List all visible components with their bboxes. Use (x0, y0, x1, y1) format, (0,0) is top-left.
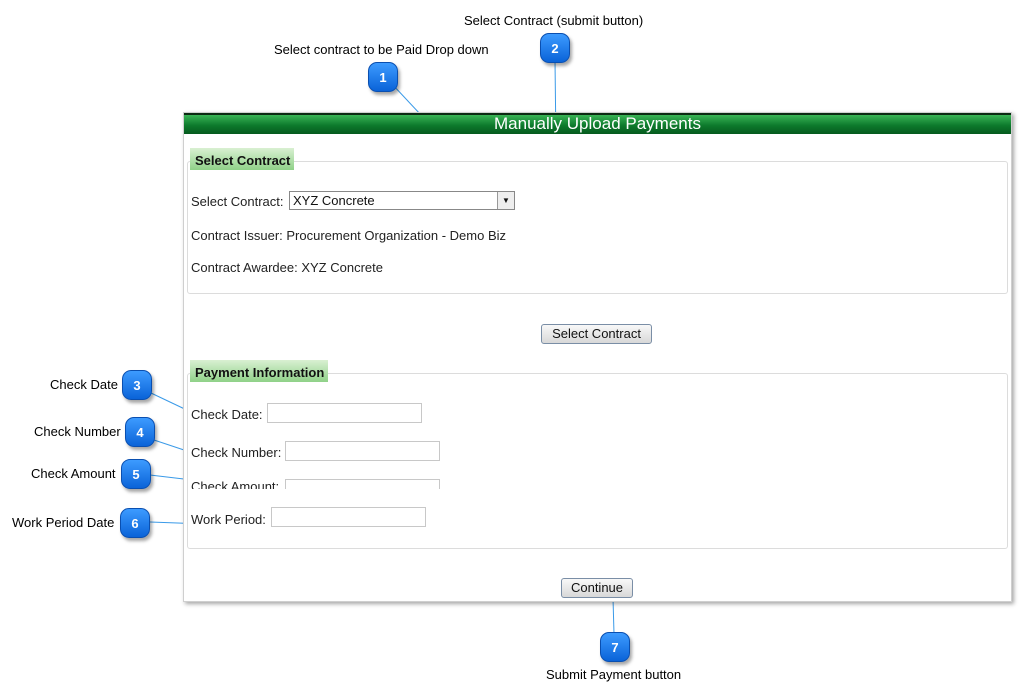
check-date-label: Check Date: (191, 407, 263, 422)
check-amount-row: Check Amount: (188, 479, 488, 489)
check-number-label: Check Number: (191, 445, 282, 460)
contract-select[interactable]: XYZ Concrete ▼ (289, 191, 515, 210)
check-amount-label: Check Amount: (191, 479, 280, 489)
contract-select-value: XYZ Concrete (293, 193, 375, 208)
callout-4-text: Check Number (34, 424, 121, 439)
panel-title: Manually Upload Payments (184, 113, 1011, 134)
work-period-label: Work Period: (191, 512, 266, 527)
continue-button[interactable]: Continue (561, 578, 633, 598)
callout-3-text: Check Date (50, 377, 118, 392)
check-number-input[interactable] (285, 441, 440, 461)
callout-7-badge: 7 (600, 632, 630, 662)
contract-awardee-text: Contract Awardee: XYZ Concrete (191, 260, 383, 275)
callout-2-badge: 2 (540, 33, 570, 63)
select-contract-button[interactable]: Select Contract (541, 324, 652, 344)
check-amount-input[interactable] (285, 479, 440, 489)
callout-5-badge: 5 (121, 459, 151, 489)
select-contract-legend: Select Contract (190, 148, 295, 170)
callout-1-text: Select contract to be Paid Drop down (274, 42, 489, 57)
callout-3-badge: 3 (122, 370, 152, 400)
callout-6-badge: 6 (120, 508, 150, 538)
contract-issuer-text: Contract Issuer: Procurement Organizatio… (191, 228, 507, 243)
callout-5-text: Check Amount (31, 466, 116, 481)
work-period-input[interactable] (271, 507, 426, 527)
callout-2-text: Select Contract (submit button) (464, 13, 644, 28)
upload-payments-panel: Manually Upload Payments Select Contract… (183, 112, 1012, 602)
callout-4-badge: 4 (125, 417, 155, 447)
callout-6-text: Work Period Date (12, 515, 115, 530)
payment-info-legend: Payment Information (190, 360, 329, 382)
callout-7-text: Submit Payment button (546, 667, 682, 682)
callout-1-badge: 1 (368, 62, 398, 92)
payment-info-fieldset: Payment Information Check Date: Check Nu… (187, 360, 1008, 549)
chevron-down-icon[interactable]: ▼ (497, 192, 514, 209)
contract-select-label: Select Contract: (191, 194, 284, 209)
check-date-input[interactable] (267, 403, 422, 423)
select-contract-fieldset: Select Contract Select Contract: XYZ Con… (187, 148, 1008, 294)
